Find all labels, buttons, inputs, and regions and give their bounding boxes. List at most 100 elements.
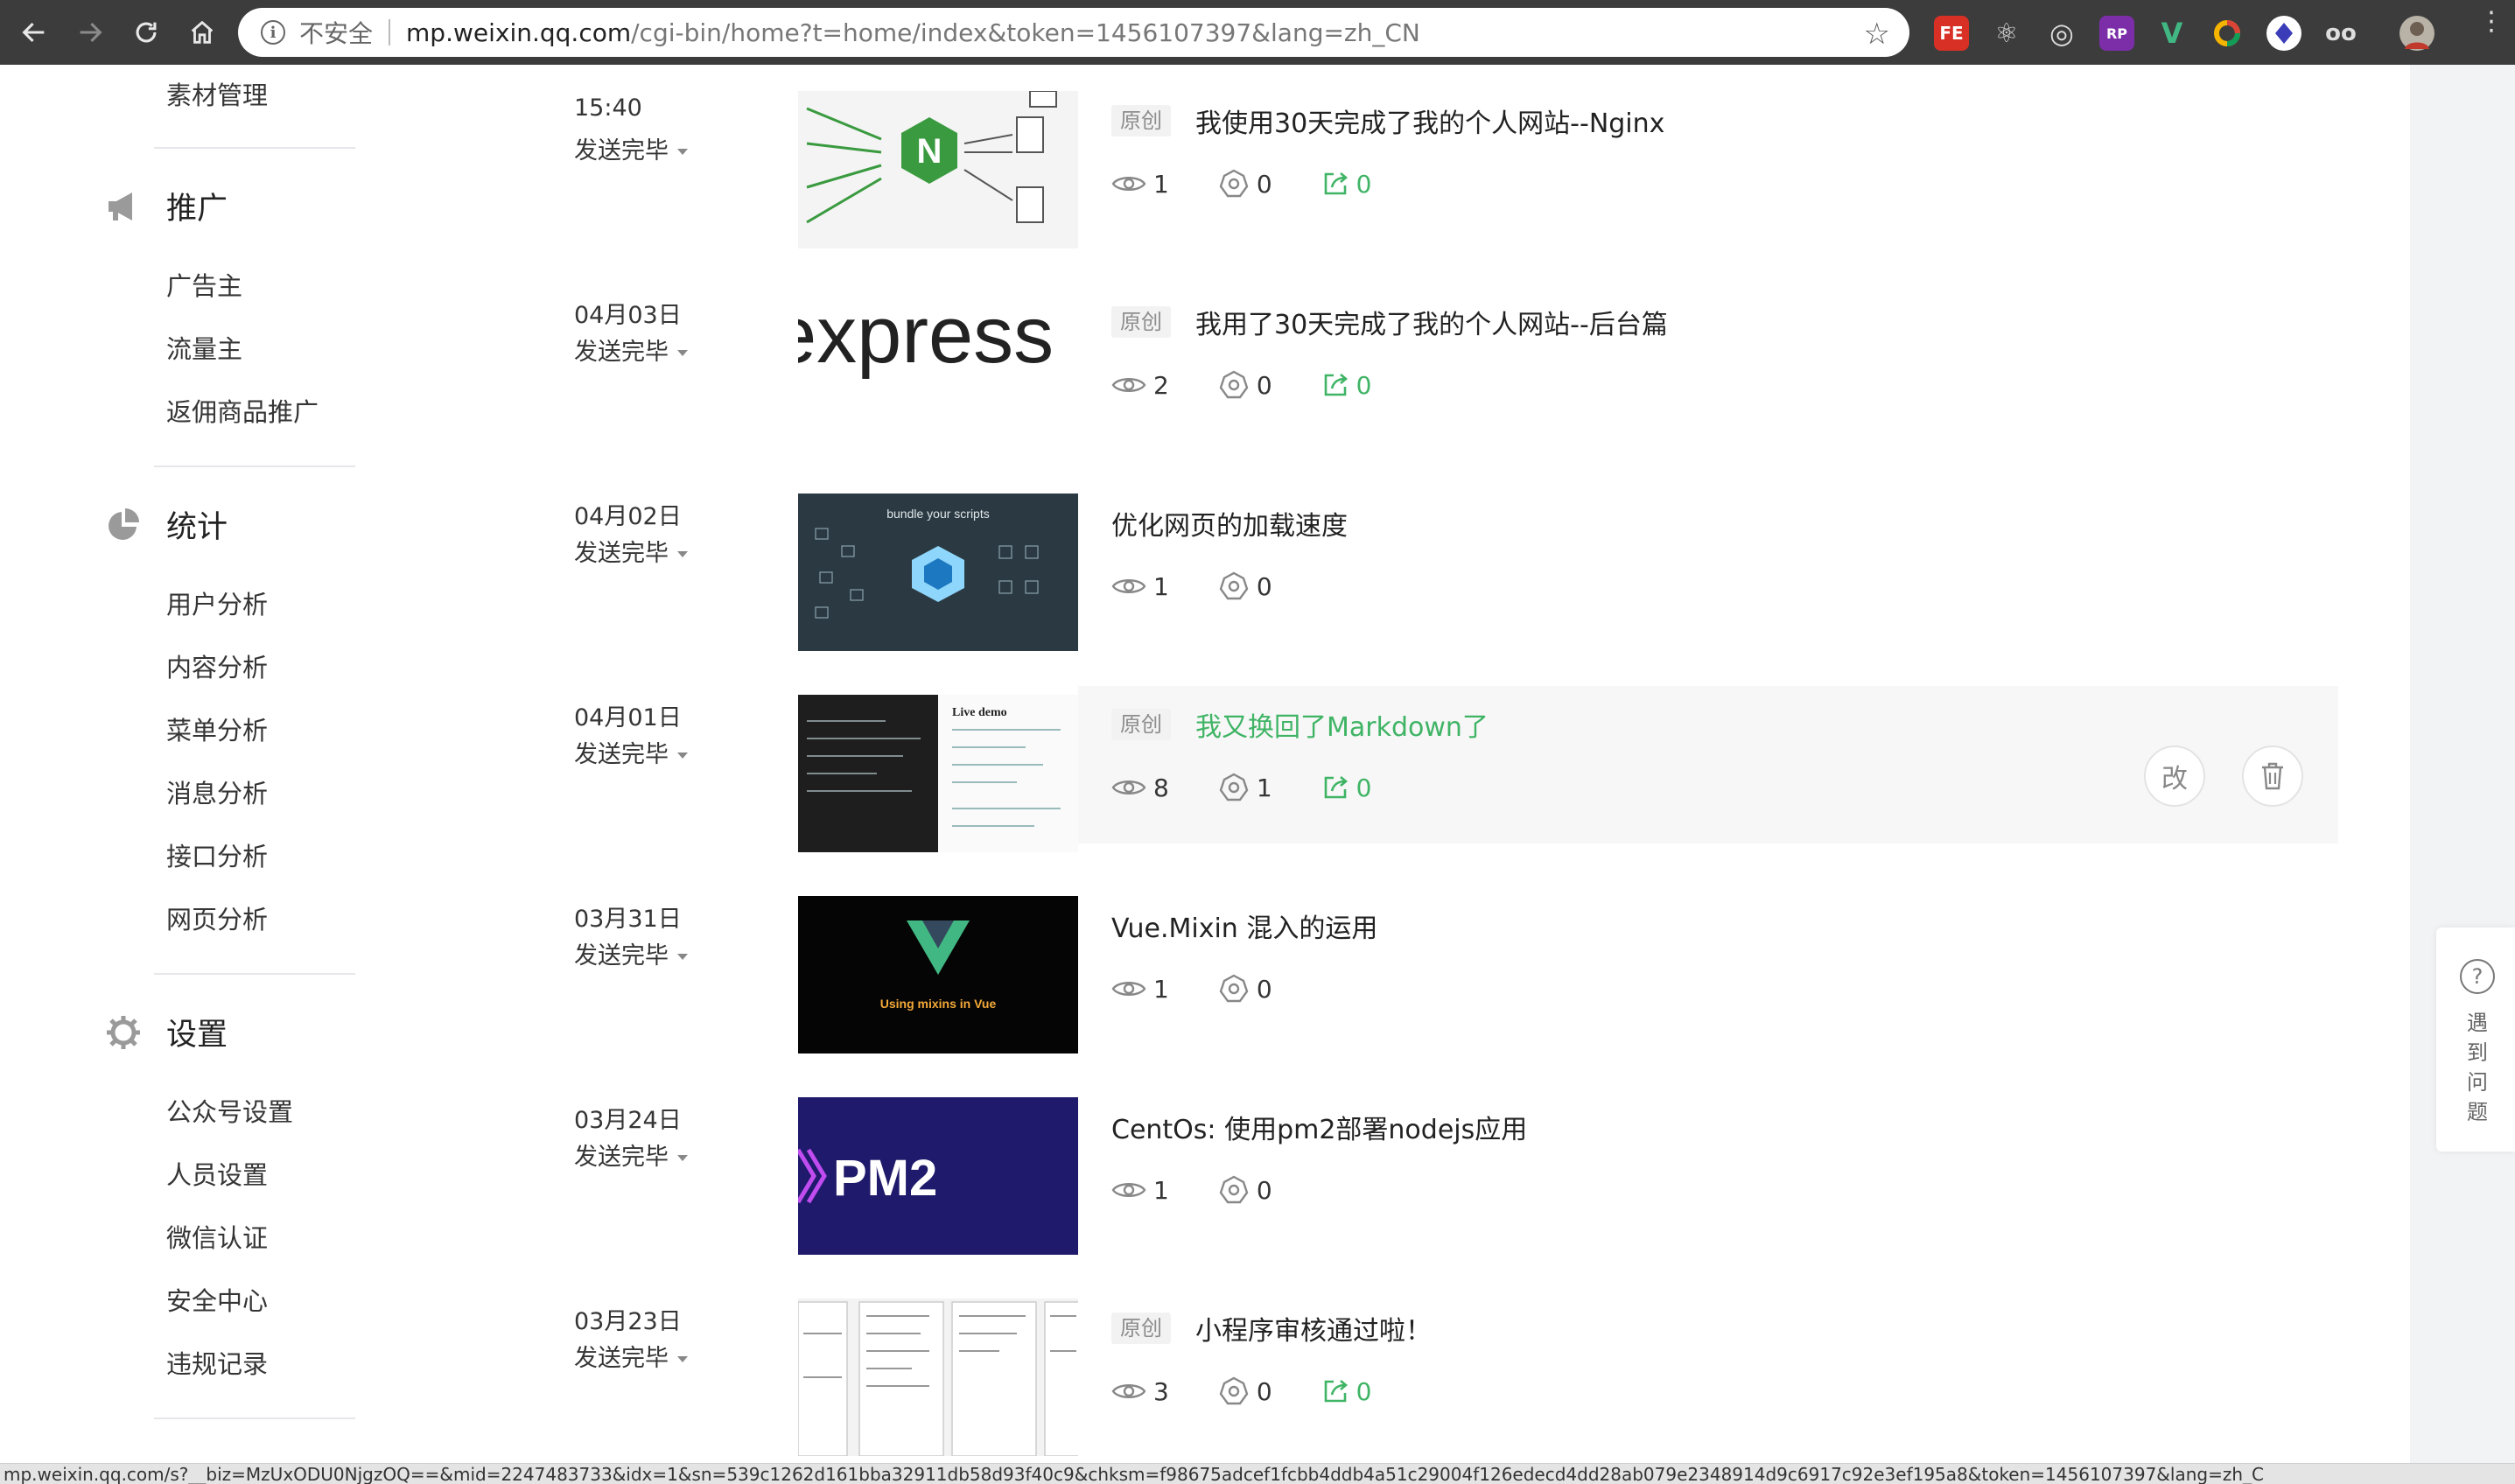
post-title[interactable]: 我用了30天完成了我的个人网站--后台篇 bbox=[1195, 303, 1668, 341]
share-count-value: 0 bbox=[1356, 1376, 1372, 1406]
nginx-letter: N bbox=[917, 132, 942, 171]
home-icon[interactable] bbox=[180, 10, 224, 54]
sidebar-item-staff-settings[interactable]: 人员设置 bbox=[166, 1155, 268, 1192]
post-title[interactable]: 优化网页的加载速度 bbox=[1111, 504, 1348, 542]
post-thumbnail[interactable]: PM2 bbox=[798, 1097, 1078, 1255]
eye-icon bbox=[1111, 1183, 1146, 1197]
security-label: 不安全 bbox=[299, 19, 374, 48]
sidebar: 素材管理 推广 广告主 流量主 返佣商品推广 统计 用户分析 内容分析 菜单分析… bbox=[0, 65, 506, 1465]
share-count: 0 bbox=[1321, 169, 1372, 199]
sidebar-item-publisher[interactable]: 流量主 bbox=[166, 329, 242, 366]
webpack-caption: bundle your scripts bbox=[886, 507, 990, 521]
sidebar-item-advertiser[interactable]: 广告主 bbox=[166, 266, 242, 303]
post-stats: 1 0 bbox=[1111, 569, 1321, 604]
sidebar-group-title: 设置 bbox=[166, 1018, 228, 1053]
gear-icon bbox=[105, 1014, 142, 1051]
send-status[interactable]: 发送完毕 bbox=[574, 131, 688, 165]
sidebar-item-user-analysis[interactable]: 用户分析 bbox=[166, 584, 268, 621]
send-status-label: 发送完毕 bbox=[574, 339, 669, 366]
target-extension-icon[interactable]: ◎ bbox=[2044, 16, 2079, 51]
shield-extension-icon[interactable] bbox=[2266, 16, 2301, 51]
eye-icon bbox=[1111, 378, 1146, 392]
post-thumbnail[interactable]: N bbox=[798, 91, 1078, 248]
like-count: 0 bbox=[1218, 973, 1272, 1004]
eye-icon bbox=[1111, 579, 1146, 593]
post-title[interactable]: CentOs: 使用pm2部署nodejs应用 bbox=[1111, 1108, 1527, 1146]
like-count: 0 bbox=[1218, 168, 1272, 200]
glasses-extension-icon[interactable]: oo bbox=[2323, 16, 2358, 51]
edit-button[interactable]: 改 bbox=[2144, 746, 2205, 807]
share-icon bbox=[1324, 776, 1348, 799]
like-icon bbox=[1219, 169, 1249, 198]
like-count: 0 bbox=[1218, 1376, 1272, 1407]
original-badge: 原创 bbox=[1111, 105, 1171, 136]
share-icon bbox=[1324, 1380, 1348, 1403]
send-status[interactable]: 发送完毕 bbox=[574, 332, 688, 367]
share-count-value: 0 bbox=[1356, 169, 1372, 199]
address-bar[interactable]: i 不安全 mp.weixin.qq.com/cgi-bin/home?t=ho… bbox=[238, 8, 1909, 57]
view-count: 1 bbox=[1111, 170, 1169, 199]
color-wheel-icon[interactable] bbox=[2210, 16, 2245, 51]
sidebar-divider bbox=[154, 147, 355, 149]
sidebar-item-web-analysis[interactable]: 网页分析 bbox=[166, 900, 268, 936]
sidebar-item-materials[interactable]: 素材管理 bbox=[166, 75, 268, 112]
eye-icon bbox=[1111, 780, 1146, 794]
like-count: 1 bbox=[1218, 772, 1272, 803]
bookmark-star-icon[interactable]: ☆ bbox=[1864, 17, 1890, 52]
post-title[interactable]: Vue.Mixin 混入的运用 bbox=[1111, 906, 1377, 945]
share-count: 0 bbox=[1321, 1376, 1372, 1406]
rp-extension-icon[interactable]: RP bbox=[2099, 16, 2134, 51]
post-thumbnail[interactable]: bundle your scripts bbox=[798, 494, 1078, 651]
forward-icon[interactable] bbox=[68, 10, 112, 54]
post-thumbnail[interactable]: express bbox=[798, 292, 1078, 450]
send-status-label: 发送完毕 bbox=[574, 1144, 669, 1171]
list-item: 03月23日 发送完毕 原创 小程序审核通过啦！ 3 0 0 bbox=[506, 1298, 2410, 1484]
browser-toolbar: i 不安全 mp.weixin.qq.com/cgi-bin/home?t=ho… bbox=[0, 0, 2515, 65]
sidebar-item-account-settings[interactable]: 公众号设置 bbox=[166, 1092, 293, 1129]
sidebar-item-content-analysis[interactable]: 内容分析 bbox=[166, 648, 268, 684]
caret-down-icon bbox=[677, 1356, 688, 1362]
post-thumbnail[interactable] bbox=[798, 1298, 1078, 1456]
post-title[interactable]: 我使用30天完成了我的个人网站--Nginx bbox=[1195, 102, 1664, 140]
share-count: 0 bbox=[1321, 774, 1371, 802]
like-count: 0 bbox=[1218, 369, 1272, 401]
send-status[interactable]: 发送完毕 bbox=[574, 1339, 688, 1373]
post-thumbnail[interactable]: Using mixins in Vue bbox=[798, 896, 1078, 1054]
sidebar-item-security-center[interactable]: 安全中心 bbox=[166, 1281, 268, 1318]
caret-down-icon bbox=[677, 1155, 688, 1161]
post-title[interactable]: 我又换回了Markdown了 bbox=[1195, 705, 1489, 744]
send-status[interactable]: 发送完毕 bbox=[574, 735, 688, 769]
delete-button[interactable] bbox=[2242, 746, 2303, 807]
sidebar-item-commission[interactable]: 返佣商品推广 bbox=[166, 392, 319, 429]
sidebar-group-promotion: 推广 bbox=[105, 184, 228, 228]
sidebar-item-message-analysis[interactable]: 消息分析 bbox=[166, 774, 268, 810]
help-float-button[interactable]: ? 遇到问题 bbox=[2436, 928, 2515, 1152]
sidebar-group-settings: 设置 bbox=[105, 1010, 228, 1054]
send-status[interactable]: 发送完毕 bbox=[574, 534, 688, 568]
share-count-value: 0 bbox=[1356, 370, 1372, 400]
browser-menu-icon[interactable]: ⋮ bbox=[2478, 9, 2504, 35]
reload-icon[interactable] bbox=[124, 10, 168, 54]
back-icon[interactable] bbox=[12, 10, 56, 54]
sidebar-item-api-analysis[interactable]: 接口分析 bbox=[166, 836, 268, 873]
fe-extension-icon[interactable]: FE bbox=[1934, 16, 1969, 51]
sidebar-item-verification[interactable]: 微信认证 bbox=[166, 1218, 268, 1255]
post-title[interactable]: 小程序审核通过啦！ bbox=[1195, 1309, 1432, 1348]
vue-devtools-icon[interactable]: V bbox=[2154, 16, 2189, 51]
caret-down-icon bbox=[677, 350, 688, 356]
like-count-value: 0 bbox=[1256, 1175, 1272, 1205]
view-count-value: 2 bbox=[1153, 370, 1169, 400]
sidebar-item-violations[interactable]: 违规记录 bbox=[166, 1344, 268, 1381]
send-status[interactable]: 发送完毕 bbox=[574, 936, 688, 970]
send-status[interactable]: 发送完毕 bbox=[574, 1138, 688, 1172]
share-icon bbox=[1324, 172, 1348, 195]
like-count-value: 1 bbox=[1256, 773, 1272, 802]
post-thumbnail[interactable]: Live demo bbox=[798, 695, 1078, 852]
caret-down-icon bbox=[677, 752, 688, 759]
sidebar-divider bbox=[154, 466, 355, 467]
info-icon[interactable]: i bbox=[261, 20, 285, 45]
react-devtools-icon[interactable]: ⚛ bbox=[1989, 16, 2024, 51]
like-count-value: 0 bbox=[1256, 571, 1272, 601]
sidebar-item-menu-analysis[interactable]: 菜单分析 bbox=[166, 710, 268, 747]
profile-avatar[interactable] bbox=[2399, 16, 2434, 51]
